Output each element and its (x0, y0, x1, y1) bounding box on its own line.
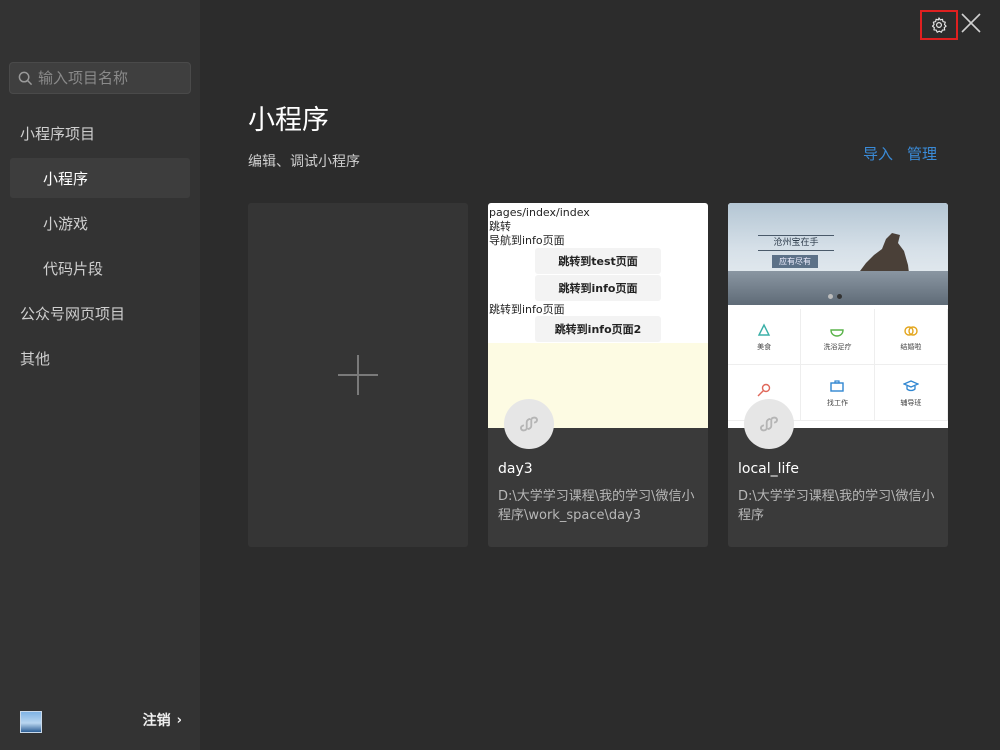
project-avatar (744, 399, 794, 449)
logout-button[interactable]: 注销 › (143, 710, 182, 730)
sidebar-item-miniprogram-projects[interactable]: 小程序项目 (0, 113, 200, 153)
project-thumbnail: pages/index/index 跳转 导航到info页面 跳转到test页面… (488, 203, 708, 428)
graduation-cap-icon (902, 377, 920, 395)
bath-icon (828, 321, 846, 339)
carousel-dots (828, 294, 842, 299)
category-cell: 美食 (728, 309, 802, 365)
search-input[interactable] (38, 69, 178, 87)
carousel-dot (837, 294, 842, 299)
close-icon (961, 13, 981, 33)
sidebar-item-miniprogram[interactable]: 小程序 (10, 158, 190, 198)
project-thumbnail: 沧州宝在手 应有尽有 美食 洗浴足疗 结婚啦 找工作 辅导班 (728, 203, 948, 428)
project-card-local-life[interactable]: 沧州宝在手 应有尽有 美食 洗浴足疗 结婚啦 找工作 辅导班 local_lif… (728, 203, 948, 547)
page-subtitle: 编辑、调试小程序 (248, 154, 360, 170)
tool-icon (755, 382, 773, 400)
carousel-dot (828, 294, 833, 299)
avatar[interactable] (20, 711, 42, 733)
sidebar-item-other[interactable]: 其他 (0, 338, 200, 378)
sidebar: 小程序项目 小程序 小游戏 代码片段 公众号网页项目 其他 注销 › (0, 0, 200, 750)
gear-icon (931, 17, 947, 33)
sidebar-item-label: 小程序 (43, 169, 89, 188)
manage-link[interactable]: 管理 (907, 143, 937, 164)
thumb-text: 导航到info页面 (489, 234, 565, 247)
link-icon (760, 416, 778, 432)
category-cell: 辅导班 (874, 365, 948, 421)
sidebar-item-label: 代码片段 (43, 259, 104, 278)
logout-label: 注销 (142, 713, 171, 729)
project-name: local_life (738, 461, 799, 477)
rings-icon (902, 321, 920, 339)
close-button[interactable] (960, 12, 982, 34)
category-label: 洗浴足疗 (823, 343, 852, 351)
briefcase-icon (828, 377, 846, 395)
page-title: 小程序 (248, 105, 329, 136)
search-icon (18, 71, 33, 85)
plus-icon (338, 355, 378, 395)
category-cell: 找工作 (801, 365, 875, 421)
app-window: 小程序项目 小程序 小游戏 代码片段 公众号网页项目 其他 注销 › (0, 0, 1000, 750)
new-project-card[interactable] (248, 203, 468, 547)
food-icon (755, 321, 773, 339)
sidebar-item-code-snippets[interactable]: 代码片段 (0, 248, 200, 288)
thumb-text: 跳转到info页面 (489, 303, 565, 316)
action-links: 导入 管理 (863, 143, 937, 164)
search-box[interactable] (9, 62, 191, 94)
thumb-button: 跳转到info页面 (535, 275, 661, 301)
project-card-day3[interactable]: pages/index/index 跳转 导航到info页面 跳转到test页面… (488, 203, 708, 547)
project-path: D:\大学学习课程\我的学习\微信小程序 (738, 489, 935, 523)
project-avatar (504, 399, 554, 449)
thumb-button: 跳转到test页面 (535, 248, 661, 274)
category-label: 美食 (757, 343, 772, 351)
sidebar-item-minigame[interactable]: 小游戏 (0, 203, 200, 243)
category-label: 找工作 (826, 399, 848, 407)
settings-button[interactable] (920, 10, 958, 40)
project-path: D:\大学学习课程\我的学习\微信小程序\work_space\day3 (498, 489, 695, 523)
sidebar-item-label: 小游戏 (43, 214, 89, 233)
category-label: 辅导班 (900, 399, 922, 407)
banner-subtitle: 应有尽有 (772, 255, 818, 268)
sidebar-footer: 注销 › (0, 698, 200, 750)
sidebar-item-official-account-web[interactable]: 公众号网页项目 (0, 293, 200, 333)
category-cell: 洗浴足疗 (801, 309, 875, 365)
sidebar-item-label: 公众号网页项目 (20, 304, 126, 323)
main-content: 小程序 编辑、调试小程序 导入 管理 pages/index/index 跳转 … (200, 0, 1000, 750)
thumb-button: 跳转到info页面2 (535, 316, 661, 342)
chevron-right-icon: › (176, 712, 182, 728)
sidebar-item-label: 其他 (20, 349, 51, 368)
category-cell: 结婚啦 (874, 309, 948, 365)
import-link[interactable]: 导入 (863, 143, 893, 164)
banner-title: 沧州宝在手 (758, 235, 834, 251)
thumb-text: 跳转 (489, 220, 511, 233)
sidebar-item-label: 小程序项目 (20, 124, 96, 143)
project-name: day3 (498, 461, 533, 477)
banner-mountains (728, 271, 948, 305)
thumb-banner: 沧州宝在手 应有尽有 (728, 203, 948, 305)
category-label: 结婚啦 (900, 343, 922, 351)
link-icon (520, 416, 538, 432)
thumb-text: pages/index/index (489, 206, 590, 219)
